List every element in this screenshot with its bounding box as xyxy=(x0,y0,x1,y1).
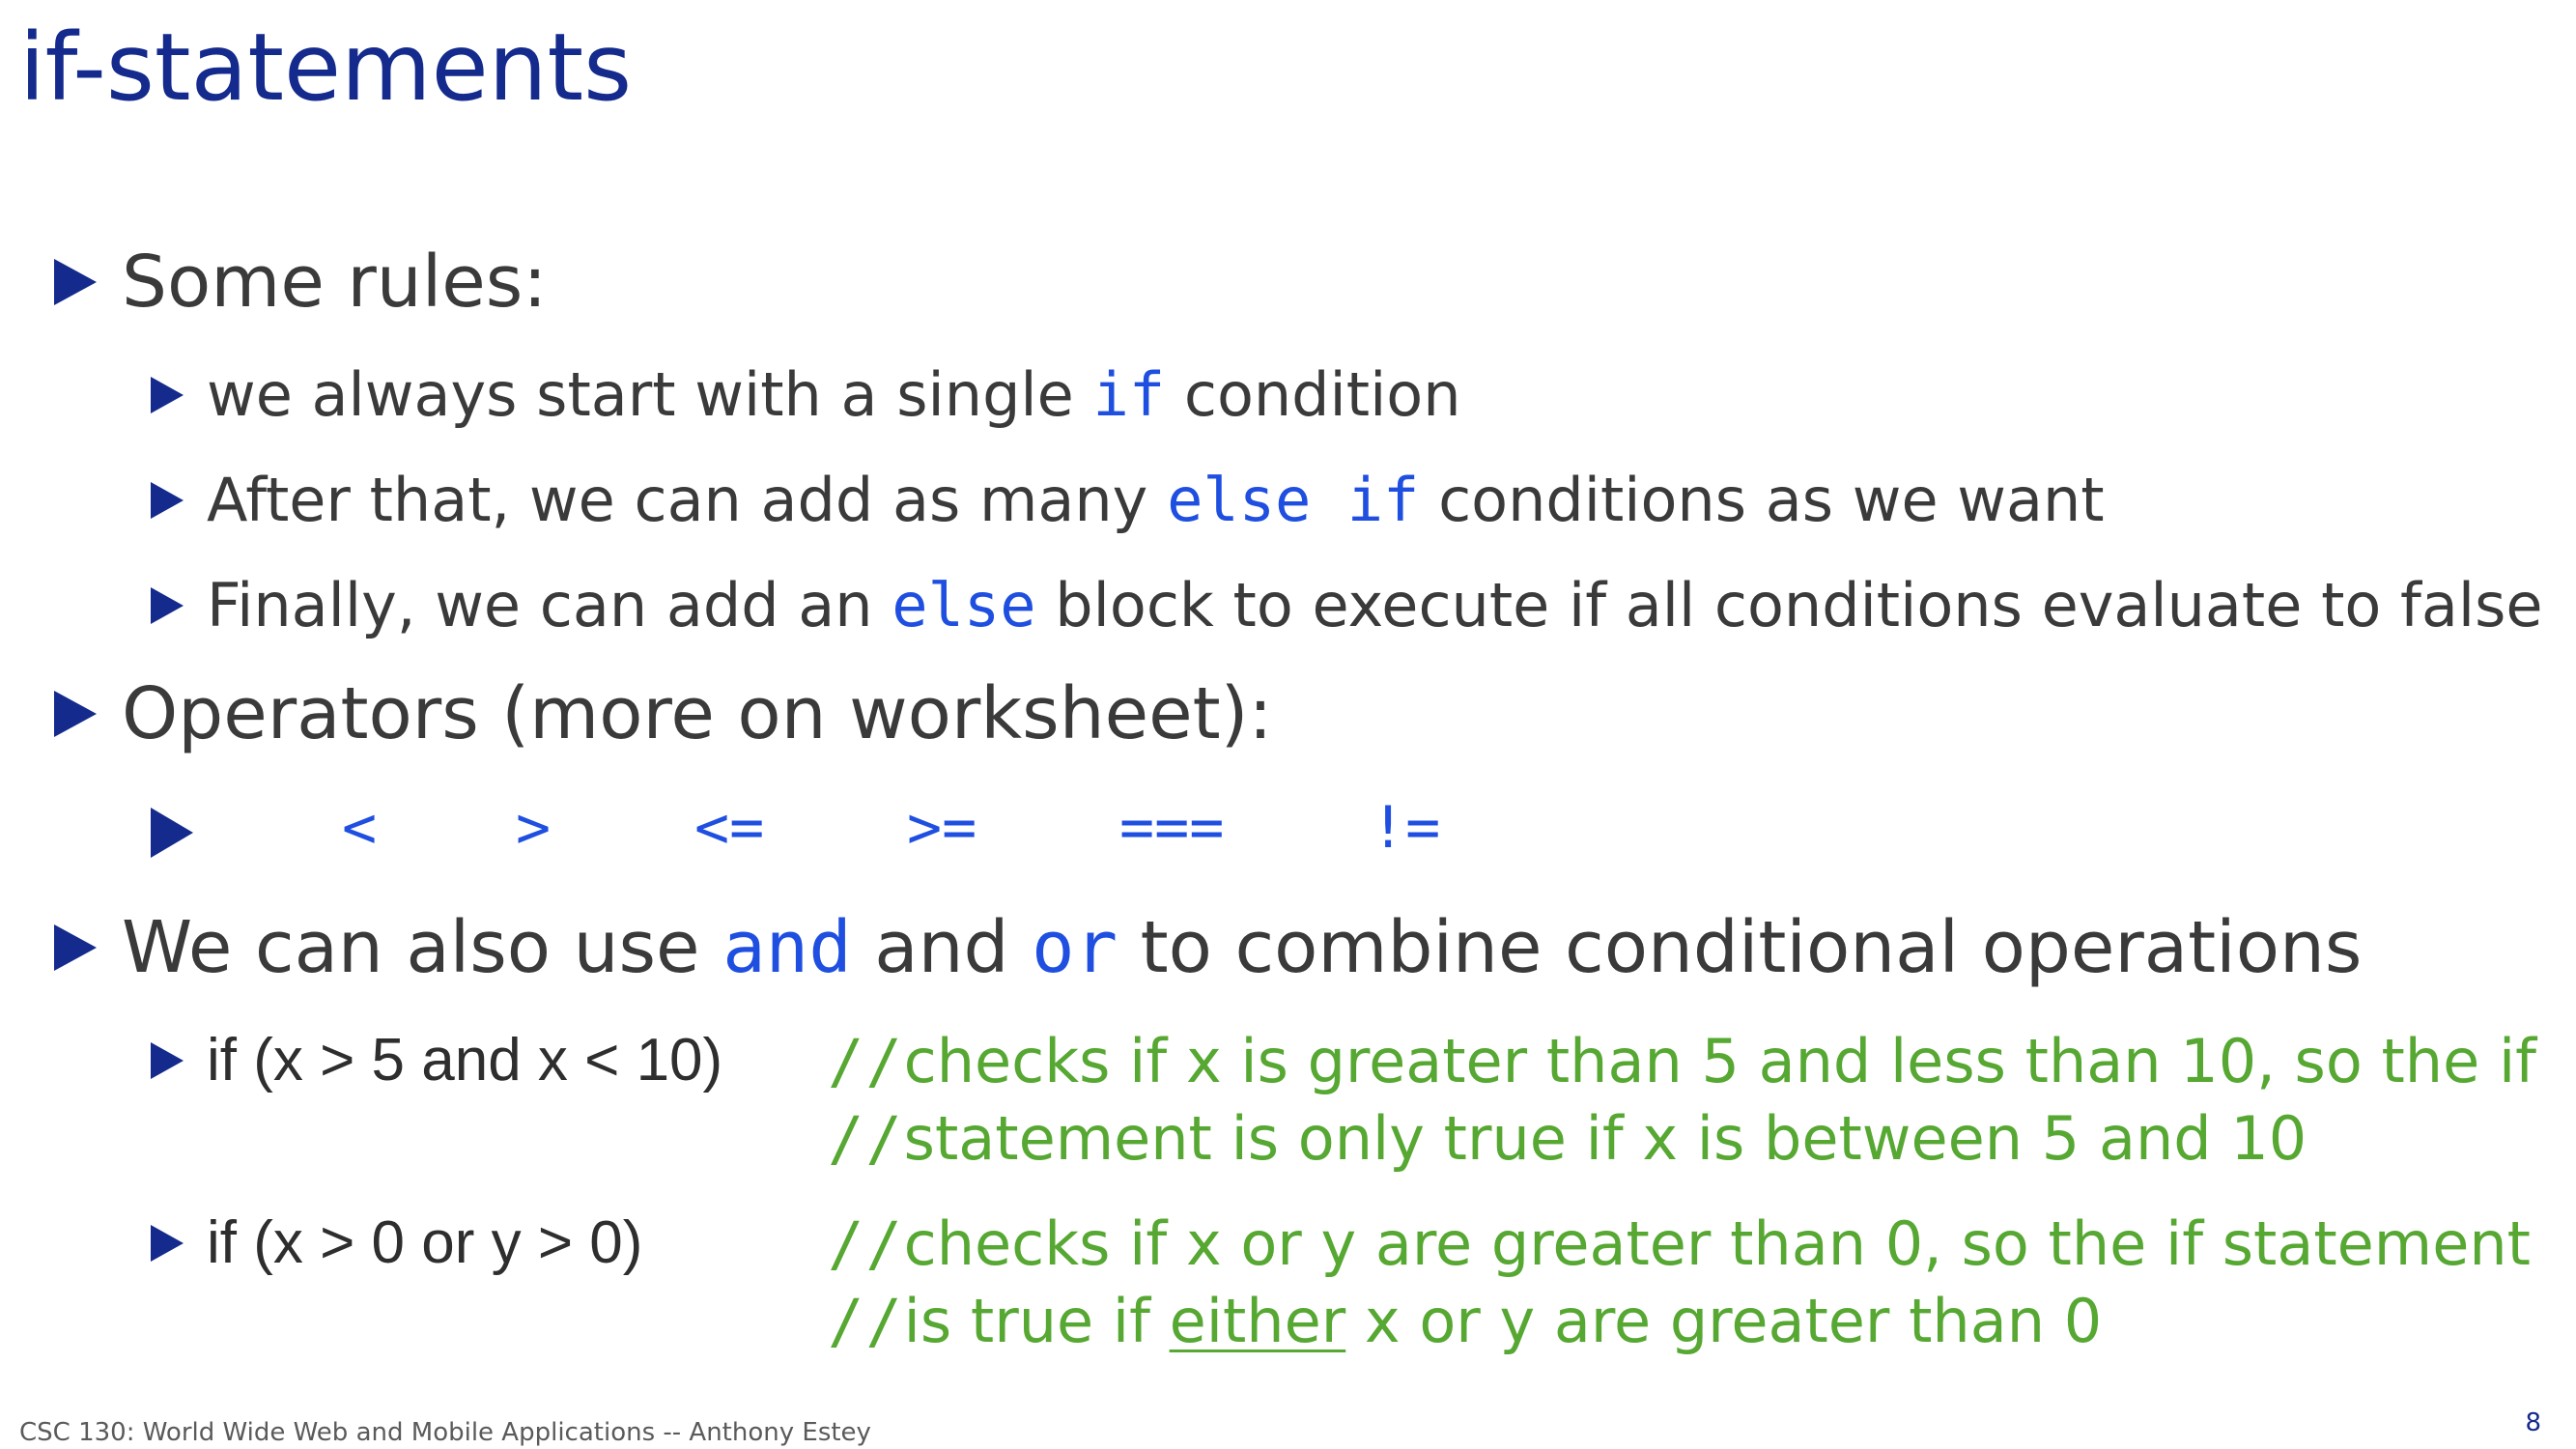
combine-middle: and xyxy=(851,906,1033,989)
operators-list: < > <= >= === != xyxy=(151,794,1559,871)
bullet-operators: Operators (more on worksheet): xyxy=(54,671,1273,757)
comment-slash: // xyxy=(828,1208,904,1279)
rule-text-before: After that, we can add as many xyxy=(207,465,1168,535)
comment-slash: // xyxy=(828,1286,904,1356)
rule-text-before: we always start with a single xyxy=(207,359,1093,430)
rules-heading: Some rules: xyxy=(122,241,548,324)
operator-lt: < xyxy=(342,794,378,862)
rule-code: else if xyxy=(1167,465,1420,535)
bullet-triangle-icon xyxy=(151,377,184,414)
bullet-triangle-icon xyxy=(151,1041,184,1079)
comment-text: statement is only true if x is between 5… xyxy=(903,1103,2307,1174)
example-comment-line: //statement is only true if x is between… xyxy=(828,1103,2307,1175)
bullet-some-rules: Some rules: xyxy=(54,240,548,326)
example-comment-line: //is true if either x or y are greater t… xyxy=(828,1286,2102,1357)
rule-item: we always start with a single if conditi… xyxy=(151,359,1461,431)
bullet-triangle-icon xyxy=(151,482,184,520)
combine-after: to combine conditional operations xyxy=(1118,906,2363,989)
operator-gte: >= xyxy=(907,794,977,862)
rule-item: Finally, we can add an else block to exe… xyxy=(151,570,2543,641)
comment-text: checks if x or y are greater than 0, so … xyxy=(903,1208,2531,1279)
operator-lte: <= xyxy=(694,794,765,862)
bullet-triangle-icon xyxy=(54,924,97,972)
example-item: if (x > 5 and x < 10) xyxy=(151,1026,723,1094)
bullet-triangle-icon xyxy=(151,587,184,625)
rule-text-after: block to execute if all conditions evalu… xyxy=(1035,570,2543,640)
comment-text: checks if x is greater than 5 and less t… xyxy=(903,1026,2537,1096)
rule-text-after: conditions as we want xyxy=(1419,465,2105,535)
combine-before: We can also use xyxy=(122,906,723,989)
bullet-triangle-icon xyxy=(54,691,97,738)
bullet-triangle-icon xyxy=(151,808,193,858)
bullet-triangle-icon xyxy=(54,259,97,306)
comment-text: x or y are greater than 0 xyxy=(1345,1286,2103,1356)
example-code: if (x > 0 or y > 0) xyxy=(207,1209,643,1276)
comment-text: is true if xyxy=(903,1286,1170,1356)
operators-heading: Operators (more on worksheet): xyxy=(122,672,1273,755)
comment-emphasis: either xyxy=(1169,1286,1346,1356)
rule-code: if xyxy=(1092,359,1166,430)
page-number: 8 xyxy=(2525,1408,2541,1437)
bullet-triangle-icon xyxy=(151,1224,184,1262)
operator-gt: > xyxy=(516,794,552,862)
comment-slash: // xyxy=(828,1026,904,1096)
operator-strict-equal: === xyxy=(1119,794,1225,862)
rule-text-before: Finally, we can add an xyxy=(207,570,892,640)
slide: if-statements Some rules: we always star… xyxy=(0,0,2576,1449)
example-code: if (x > 5 and x < 10) xyxy=(207,1027,723,1094)
example-comment-line: //checks if x is greater than 5 and less… xyxy=(828,1026,2536,1097)
slide-title: if-statements xyxy=(19,14,633,122)
operator-not-equal: != xyxy=(1371,794,1441,862)
rule-code: else xyxy=(892,570,1036,640)
comment-slash: // xyxy=(828,1103,904,1174)
or-code: or xyxy=(1032,906,1118,989)
rule-text-after: condition xyxy=(1165,359,1461,430)
slide-footer: CSC 130: World Wide Web and Mobile Appli… xyxy=(19,1418,871,1447)
and-code: and xyxy=(722,906,852,989)
rule-item: After that, we can add as many else if c… xyxy=(151,465,2105,536)
example-comment-line: //checks if x or y are greater than 0, s… xyxy=(828,1208,2531,1280)
bullet-combine: We can also use and and or to combine co… xyxy=(54,905,2363,991)
example-item: if (x > 0 or y > 0) xyxy=(151,1208,643,1277)
